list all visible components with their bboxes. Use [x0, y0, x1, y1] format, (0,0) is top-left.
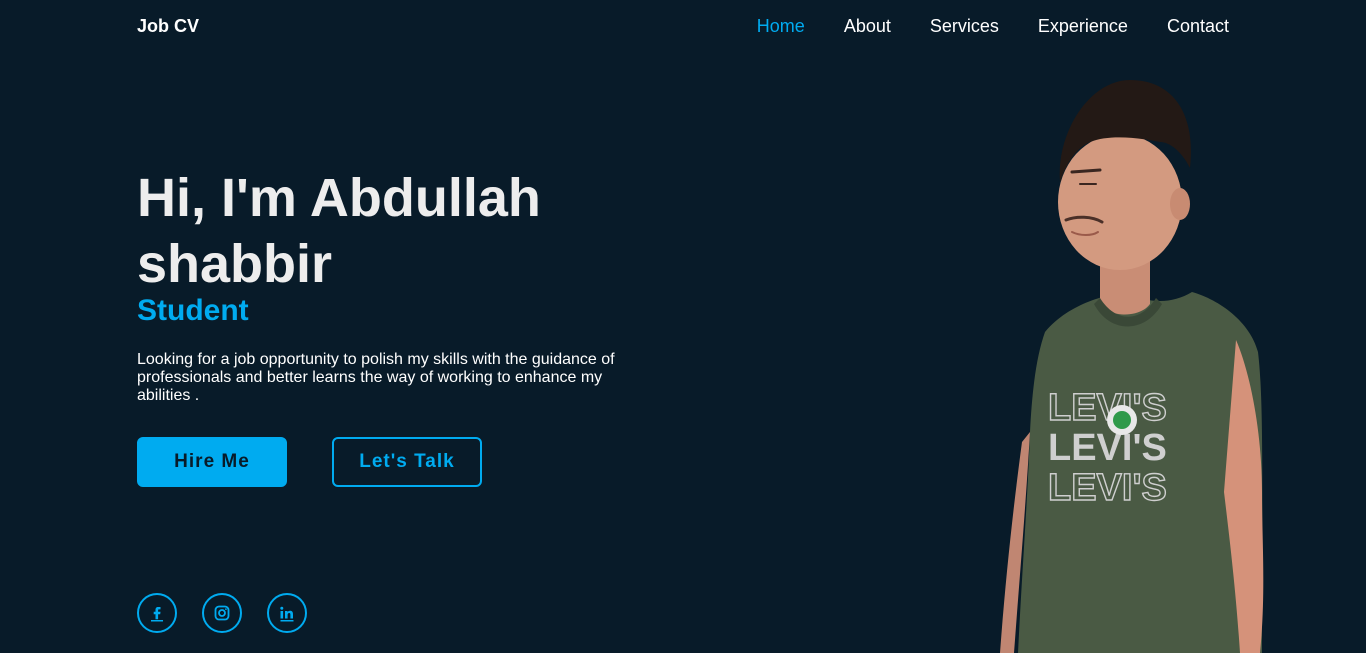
lets-talk-button[interactable]: Let's Talk — [332, 437, 482, 487]
hire-me-button[interactable]: Hire Me — [137, 437, 287, 487]
shirt-text-2: LEVI'S — [1048, 427, 1167, 469]
hero-title-line2: shabbir — [137, 234, 333, 294]
hero-section: Hi, I'm Abdullah shabbir Student Looking… — [137, 165, 657, 405]
nav-home[interactable]: Home — [757, 16, 805, 37]
linkedin-link[interactable] — [267, 593, 307, 633]
nav-experience[interactable]: Experience — [1038, 16, 1128, 37]
shirt-print: LEVI'S LEVI'S LEVI'S — [1047, 386, 1167, 509]
hero-title-line1: Hi, I'm Abdullah — [137, 168, 541, 228]
hero-description: Looking for a job opportunity to polish … — [137, 351, 615, 404]
page: Job CV Home About Services Experience Co… — [0, 0, 1366, 653]
hero-buttons: Hire Me Let's Talk — [137, 437, 482, 487]
logo[interactable]: Job CV — [137, 16, 199, 37]
hero-title: Hi, I'm Abdullah shabbir — [137, 165, 657, 297]
nav-contact[interactable]: Contact — [1167, 16, 1229, 37]
portrait-image: LEVI'S LEVI'S LEVI'S — [1000, 80, 1264, 653]
facebook-icon — [151, 607, 163, 622]
shirt-text-3: LEVI'S — [1048, 467, 1167, 509]
instagram-link[interactable] — [202, 593, 242, 633]
header: Job CV Home About Services Experience Co… — [0, 0, 1366, 52]
instagram-icon — [214, 605, 230, 621]
main-nav: Home About Services Experience Contact — [757, 16, 1229, 37]
social-links — [137, 593, 307, 633]
hero-subtitle: Student — [137, 294, 249, 327]
linkedin-icon — [280, 606, 294, 622]
nav-about[interactable]: About — [844, 16, 891, 37]
nav-services[interactable]: Services — [930, 16, 999, 37]
facebook-link[interactable] — [137, 593, 177, 633]
